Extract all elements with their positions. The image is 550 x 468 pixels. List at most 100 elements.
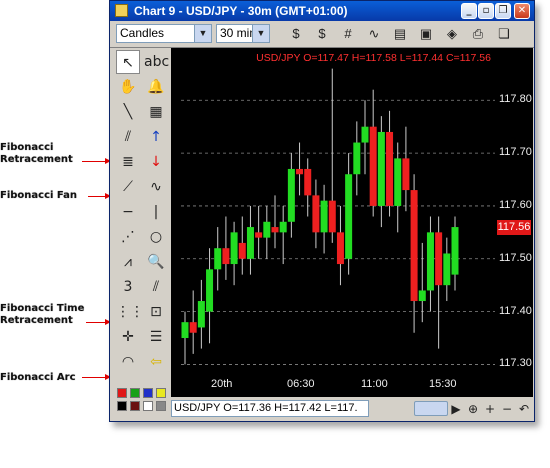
- annotation-arrow: [82, 374, 111, 380]
- last-price-tag: 117.56: [497, 220, 531, 236]
- wave-icon[interactable]: ∿: [144, 175, 168, 199]
- annotation-arrow: [82, 158, 111, 164]
- bull-candle: [451, 227, 459, 275]
- sell-arrow-icon[interactable]: ↓: [144, 150, 168, 174]
- bull-candle: [206, 269, 214, 312]
- report-icon[interactable]: ▤: [390, 24, 410, 44]
- chevron-down-icon[interactable]: ▼: [194, 25, 211, 42]
- period-select[interactable]: 30 min ▼: [216, 24, 270, 43]
- bear-candle: [238, 242, 246, 259]
- annotation-arrow: [86, 319, 111, 325]
- annotation-fibonacci-time: Fibonacci Time Retracement: [0, 303, 112, 327]
- horizontal-scrollbar[interactable]: [414, 401, 448, 416]
- y-tick-label: 117.60: [499, 198, 532, 211]
- restore-button[interactable]: ▫: [478, 3, 494, 19]
- grid-icon[interactable]: #: [338, 24, 358, 44]
- x-tick-label: 06:30: [287, 378, 315, 390]
- scroll-right-button[interactable]: ▶: [448, 401, 464, 417]
- annotation-fibonacci-arc: Fibonacci Arc: [0, 372, 112, 384]
- move-icon[interactable]: ⊕: [465, 401, 481, 417]
- pitchfork-icon[interactable]: ⫽: [144, 275, 168, 299]
- circle-icon[interactable]: ○: [144, 225, 168, 249]
- bear-candle: [189, 322, 197, 333]
- chart-type-value: Candles: [120, 26, 165, 40]
- color-swatch[interactable]: [117, 401, 127, 411]
- print-icon[interactable]: ⎙: [468, 24, 488, 44]
- undo-button[interactable]: ↶: [516, 401, 532, 417]
- color-swatch[interactable]: [117, 388, 127, 398]
- bull-candle: [279, 221, 287, 233]
- zoom-in-button[interactable]: +: [482, 401, 498, 417]
- color-swatch[interactable]: [130, 388, 140, 398]
- regression-icon[interactable]: ⩘: [116, 250, 140, 274]
- annotation-fibonacci-fan: Fibonacci Fan: [0, 190, 112, 202]
- text-tool-icon[interactable]: abc: [144, 50, 169, 74]
- drawing-tools-panel: ↖ abc ✋ 🔔 ╲ ▦ ⫽ ↑ ≣ ↓ ⟋ ∿ − | ⋰ ○ ⩘ 🔍 3 ⫽ ⋮⋮ ⊡ ✛ ☰ ◠ ⇦: [112, 48, 172, 420]
- crosshair-icon[interactable]: ✛: [116, 325, 140, 349]
- bear-candle: [271, 227, 279, 233]
- chart-window: Chart 9 - USD/JPY - 30m (GMT+01:00) _ ▫ …: [109, 0, 535, 422]
- currency-alt-icon[interactable]: $: [312, 24, 332, 44]
- color-swatch[interactable]: [156, 401, 166, 411]
- period-value: 30 min: [220, 26, 257, 40]
- chart-type-select[interactable]: Candles ▼: [116, 24, 212, 43]
- cursor-icon[interactable]: ↖: [116, 50, 140, 74]
- color-swatch[interactable]: [130, 401, 140, 411]
- color-swatch[interactable]: [143, 401, 153, 411]
- bull-candle: [181, 322, 189, 339]
- gann-fan-icon[interactable]: ⋰: [116, 225, 140, 249]
- annotation-label: Fibonacci Arc: [0, 372, 76, 383]
- minimize-button[interactable]: _: [461, 3, 477, 19]
- bear-candle: [410, 190, 418, 302]
- zoom-out-button[interactable]: −: [499, 401, 515, 417]
- price-axis[interactable]: 117.56 117.80 117.70 117.60 117.50 117.40 117…: [495, 48, 533, 397]
- color-swatch[interactable]: [143, 388, 153, 398]
- bear-candle: [435, 232, 443, 286]
- status-ohlc: USD/JPY O=117.36 H=117.42 L=117.: [171, 400, 369, 417]
- calculator-icon[interactable]: ▦: [144, 100, 168, 124]
- color-swatch[interactable]: [156, 388, 166, 398]
- bull-candle: [246, 227, 254, 259]
- bell-icon[interactable]: 🔔: [144, 75, 168, 99]
- vertical-line-icon[interactable]: |: [144, 200, 168, 224]
- bull-candle: [361, 126, 369, 143]
- channel-icon[interactable]: 3: [116, 275, 140, 299]
- fibonacci-retracement-icon[interactable]: ≣: [116, 150, 140, 174]
- bull-candle: [230, 232, 238, 265]
- close-button[interactable]: ✕: [514, 3, 530, 19]
- zoom-icon[interactable]: 🔍: [144, 250, 168, 274]
- x-tick-label: 20th: [211, 378, 233, 390]
- bull-candle: [197, 301, 205, 328]
- y-tick-label: 117.40: [499, 304, 532, 317]
- hand-icon[interactable]: ✋: [116, 75, 140, 99]
- copy-icon[interactable]: ❏: [494, 24, 514, 44]
- fibonacci-arc-icon[interactable]: ◠: [116, 350, 140, 374]
- fibonacci-fan-icon[interactable]: ⟋: [116, 175, 140, 199]
- template-icon[interactable]: ▣: [416, 24, 436, 44]
- x-tick-label: 11:00: [361, 378, 388, 390]
- bull-candle: [394, 158, 402, 206]
- annotation-arrow: [88, 193, 111, 199]
- chart-window-icon: [115, 4, 128, 17]
- buy-arrow-icon[interactable]: ↑: [144, 125, 168, 149]
- y-tick-label: 117.80: [499, 93, 532, 106]
- bull-candle: [418, 290, 426, 302]
- fibonacci-time-icon[interactable]: ⋮⋮: [116, 300, 144, 324]
- title-bar[interactable]: Chart 9 - USD/JPY - 30m (GMT+01:00) _ ▫ …: [110, 1, 534, 21]
- chevron-down-icon[interactable]: ▼: [252, 25, 269, 42]
- book-icon[interactable]: ◈: [442, 24, 462, 44]
- bear-candle: [312, 195, 320, 233]
- currency-icon[interactable]: $: [286, 24, 306, 44]
- annotation-label: Fibonacci Time Retracement: [0, 303, 85, 326]
- parallel-lines-icon[interactable]: ⫽: [116, 125, 140, 149]
- maximize-button[interactable]: ❐: [495, 3, 511, 19]
- back-arrow-icon[interactable]: ⇦: [144, 350, 168, 374]
- horizontal-line-icon[interactable]: −: [116, 200, 140, 224]
- chart-plot-area[interactable]: USD/JPY O=117.47 H=117.58 L=117.44 C=117…: [171, 48, 495, 397]
- line-icon[interactable]: ╲: [116, 100, 140, 124]
- list-icon[interactable]: ☰: [144, 325, 168, 349]
- zoom-area-icon[interactable]: ⊡: [144, 300, 168, 324]
- annotation-label: Fibonacci Retracement: [0, 142, 73, 165]
- bear-candle: [304, 168, 312, 196]
- indicator-icon[interactable]: ∿: [364, 24, 384, 44]
